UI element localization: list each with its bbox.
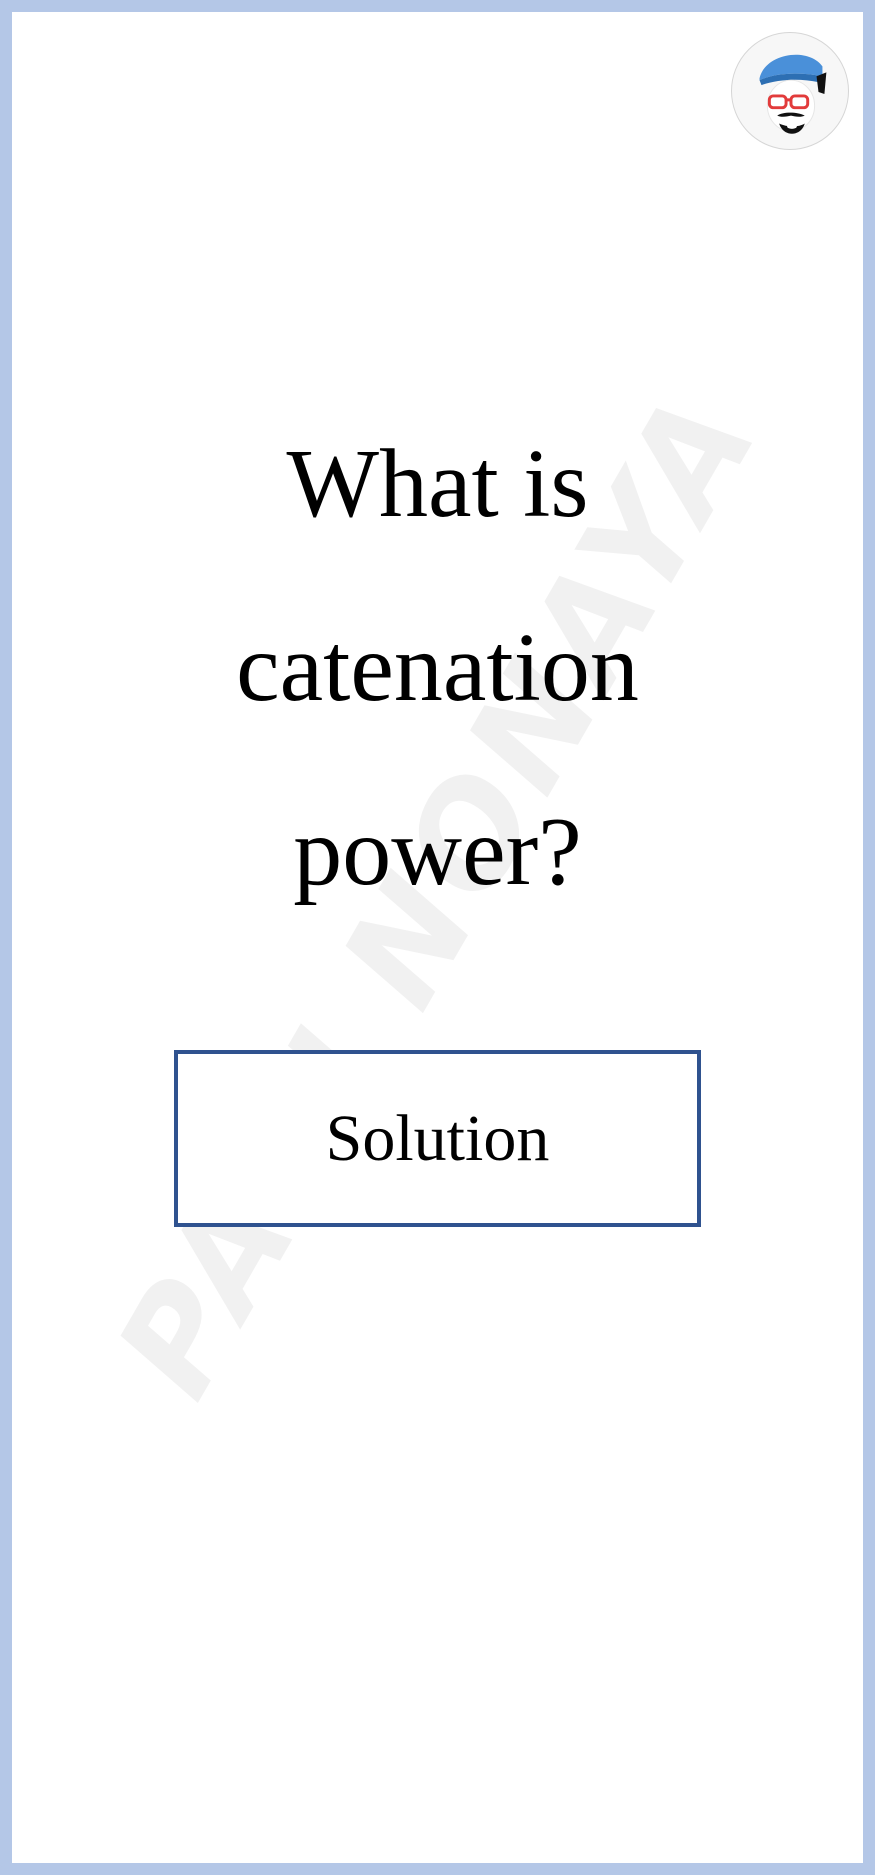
cartoon-face-icon [732, 33, 848, 149]
solution-button[interactable]: Solution [174, 1050, 701, 1227]
solution-button-label: Solution [325, 1101, 550, 1175]
question-text: What is catenation power? [236, 430, 639, 906]
avatar-logo [731, 32, 849, 150]
slide-frame: PANJ NONAYA What is catenation power? So… [0, 0, 875, 1875]
